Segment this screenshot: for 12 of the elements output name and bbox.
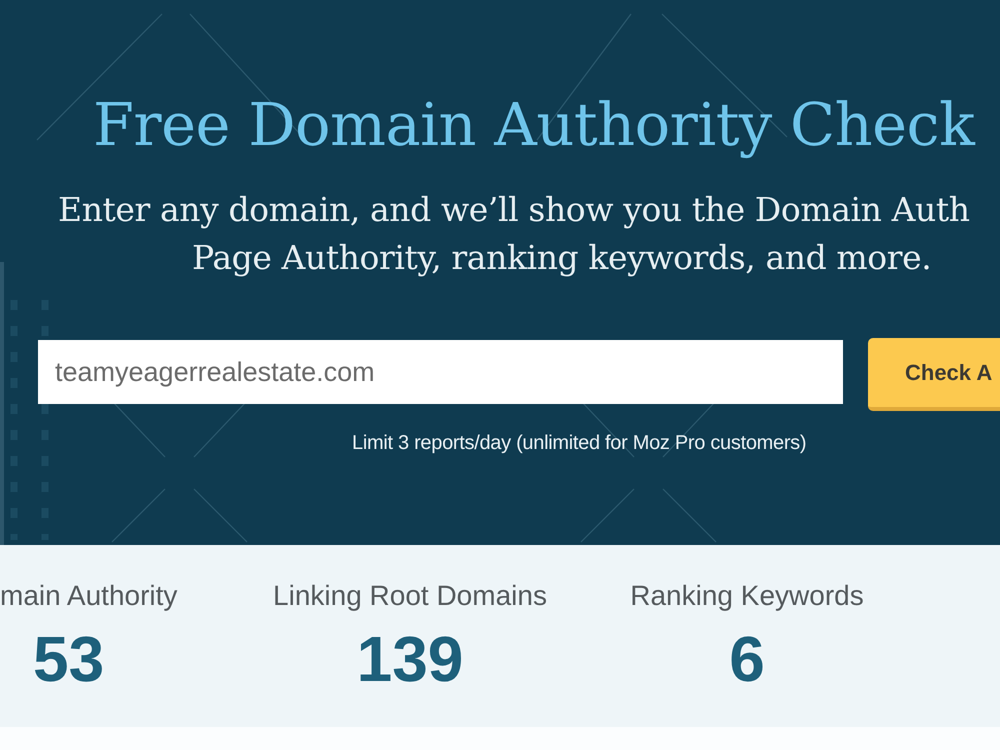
metric-label: Linking Root Domains xyxy=(273,579,547,613)
subtitle-line: Enter any domain, and we’ll show you the Domain Auth xyxy=(58,189,970,231)
metric-label: Ranking Keywords xyxy=(630,579,864,613)
page-title: Free Domain Authority Check xyxy=(93,90,974,160)
metric-value: 6 xyxy=(729,623,765,695)
limit-note: Limit 3 reports/day (unlimited for Moz Pro customers) xyxy=(352,431,806,455)
metric-value: 139 xyxy=(356,623,464,695)
metric-label: main Authority xyxy=(0,579,178,613)
check-authority-button[interactable]: Check A xyxy=(868,338,1000,411)
domain-input-field[interactable]: teamyeagerrealestate.com xyxy=(38,340,843,404)
subtitle-line: Page Authority, ranking keywords, and more. xyxy=(192,237,932,279)
metric-value: 53 xyxy=(33,623,104,695)
